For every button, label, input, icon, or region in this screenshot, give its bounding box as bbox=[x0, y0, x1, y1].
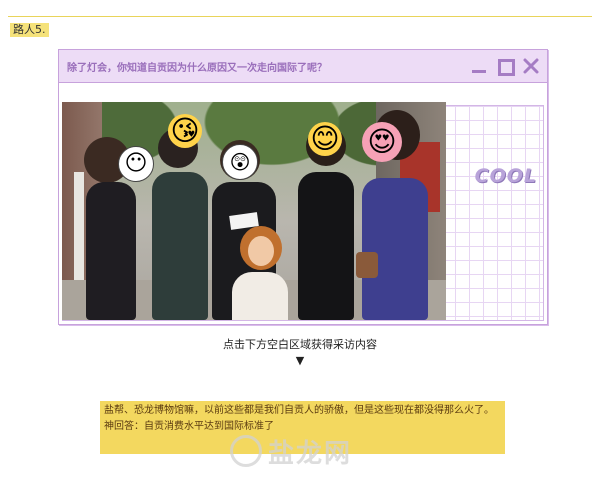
face-sticker-1: 😶 bbox=[118, 146, 154, 182]
watermark-text: 盐龙网 bbox=[268, 438, 353, 469]
close-icon[interactable] bbox=[521, 56, 541, 76]
maximize-icon[interactable] bbox=[495, 56, 515, 76]
tap-hint: 点击下方空白区域获得采访内容 bbox=[223, 338, 377, 351]
face-sticker-2: 😘 bbox=[168, 114, 202, 148]
face-sticker-4: 😊 bbox=[308, 122, 342, 156]
window-controls bbox=[469, 56, 541, 76]
minimize-icon[interactable] bbox=[469, 56, 489, 76]
window-title: 除了灯会，你知道自贡因为什么原因又一次走向国际了呢？ bbox=[67, 63, 327, 74]
top-divider bbox=[8, 16, 592, 17]
answer-line-1: 盐帮、恐龙博物馆嘛，以前这些都是我们自贡人的骄傲，但是这些现在都没得那么火了。 bbox=[104, 405, 494, 416]
street-photo[interactable]: 😶 😘 😲 😊 😍 bbox=[62, 102, 446, 320]
face-sticker-5: 😍 bbox=[362, 122, 402, 162]
window-titlebar: 除了灯会，你知道自贡因为什么原因又一次走向国际了呢？ bbox=[59, 50, 547, 83]
face-sticker-3: 😲 bbox=[222, 144, 258, 180]
site-watermark: 盐龙网 bbox=[230, 431, 390, 471]
passerby-tag: 路人5. bbox=[10, 23, 49, 37]
retro-window: 除了灯会，你知道自贡因为什么原因又一次走向国际了呢？ COOL 😶 😘 😲 😊 … bbox=[58, 49, 548, 325]
watermark-logo-icon bbox=[230, 435, 262, 467]
down-arrow-icon: ▼ bbox=[295, 354, 305, 367]
cool-label: COOL bbox=[474, 165, 537, 187]
